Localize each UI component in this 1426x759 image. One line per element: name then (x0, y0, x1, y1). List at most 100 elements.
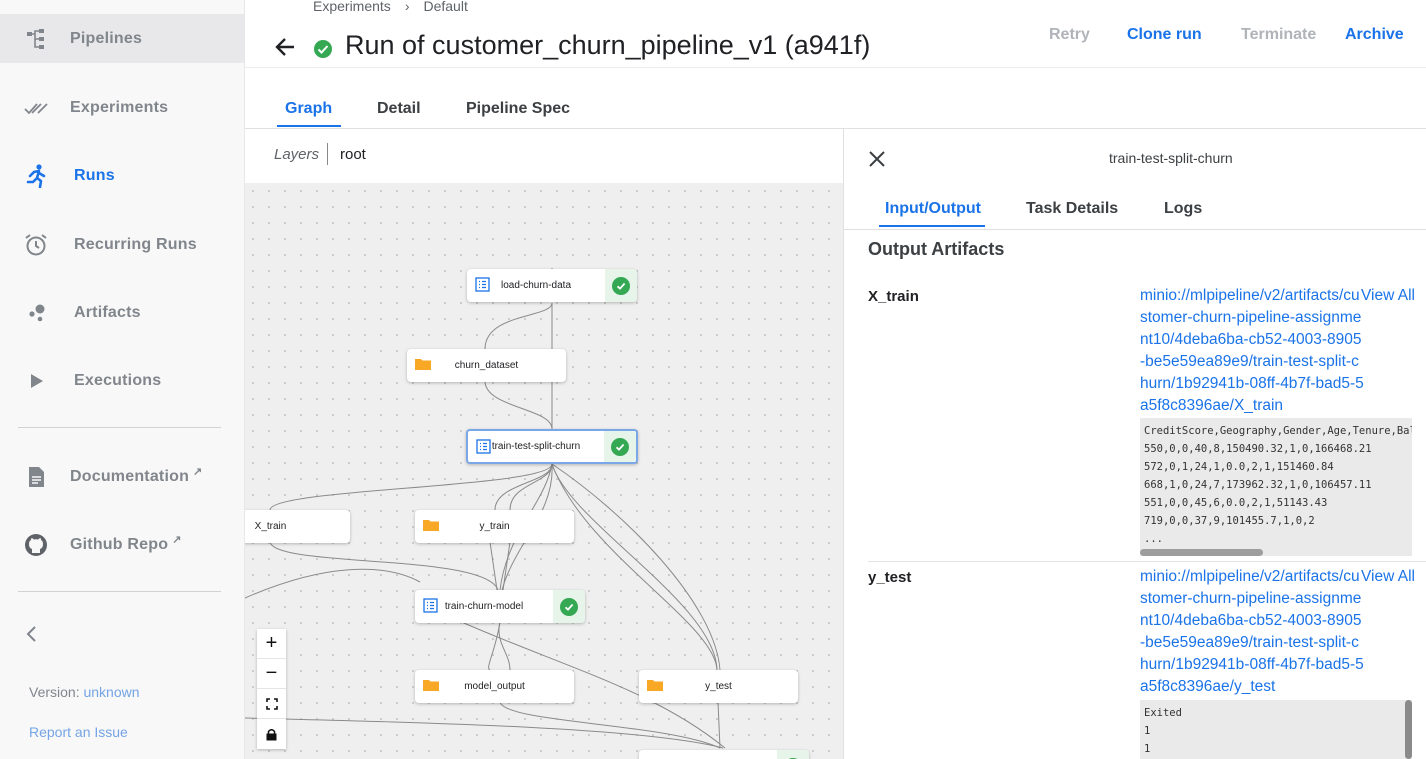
artifacts-icon (24, 301, 48, 325)
sidebar-item-label: Recurring Runs (74, 236, 197, 253)
document-icon (24, 465, 48, 489)
tab-graph[interactable]: Graph (285, 100, 332, 118)
graph-node-model-output[interactable]: model_output (415, 670, 574, 703)
sidebar: Pipelines Experiments Runs Recurring Run… (0, 0, 245, 759)
tab-input-output[interactable]: Input/Output (885, 200, 981, 218)
breadcrumb: Experiments › Default (313, 0, 468, 14)
terminate-button[interactable]: Terminate (1241, 26, 1316, 44)
sidebar-item-pipelines[interactable]: Pipelines (0, 14, 245, 63)
graph-node-label: churn_dataset (454, 360, 519, 371)
sidebar-divider (18, 427, 221, 428)
sidebar-item-recurring-runs[interactable]: Recurring Runs (0, 220, 245, 270)
artifact-preview: Exited 1 1 (1140, 700, 1412, 759)
layers-bar: Layers root (245, 129, 843, 183)
chevron-left-icon (26, 626, 36, 642)
fit-view-button[interactable] (257, 689, 286, 719)
node-status (777, 750, 809, 759)
sidebar-item-runs[interactable]: Runs (0, 151, 245, 201)
breadcrumb-separator-icon: › (404, 0, 410, 14)
tab-indicator (277, 125, 341, 127)
lock-icon (266, 728, 277, 740)
artifact-preview: CreditScore,Geography,Gender,Age,Tenure,… (1140, 418, 1412, 556)
fit-view-icon (265, 697, 278, 710)
header-divider (245, 67, 1426, 68)
view-all-link[interactable]: View All (1361, 287, 1415, 305)
archive-button[interactable]: Archive (1345, 26, 1404, 44)
back-button[interactable] (273, 34, 299, 60)
tab-task-details[interactable]: Task Details (1026, 200, 1118, 218)
tab-detail[interactable]: Detail (377, 100, 421, 118)
breadcrumb-experiments[interactable]: Experiments (313, 0, 391, 14)
graph-node-label: load-churn-data (500, 280, 572, 291)
graph-node-train-test-split-churn[interactable]: train-test-split-churn (466, 429, 638, 464)
preview-horizontal-scrollbar[interactable] (1140, 549, 1263, 556)
sidebar-item-executions[interactable]: Executions (0, 356, 245, 406)
preview-vertical-scrollbar[interactable] (1405, 700, 1412, 759)
graph-node-churn-dataset[interactable]: churn_dataset (407, 349, 566, 382)
artifact-uri-link[interactable]: minio://mlpipeline/v2/artifacts/customer… (1140, 285, 1365, 417)
breadcrumb-default[interactable]: Default (423, 0, 467, 14)
sidebar-item-label: Artifacts (74, 304, 141, 321)
zoom-in-button[interactable]: + (257, 629, 286, 659)
artifact-name: y_test (868, 569, 912, 586)
sidebar-item-github-repo[interactable]: Github Repo ↗ (0, 520, 245, 570)
sidebar-item-label: Executions (74, 372, 162, 389)
zoom-controls: + − (257, 629, 286, 749)
graph-node-train-churn-model[interactable]: train-churn-model (415, 590, 585, 623)
pipeline-graph[interactable]: load-churn-data churn_dataset train-test… (245, 183, 843, 759)
output-artifacts-heading: Output Artifacts (868, 239, 1005, 259)
artifact-name: X_train (868, 288, 919, 305)
sidebar-item-label: Documentation (70, 468, 190, 485)
report-issue-link[interactable]: Report an Issue (29, 724, 128, 740)
check-circle-icon (612, 276, 630, 295)
graph-node-label: model_output (464, 681, 525, 692)
external-link-icon: ↗ (172, 534, 182, 546)
close-panel-button[interactable] (867, 149, 887, 169)
status-success-icon (314, 40, 332, 58)
check-circle-icon (560, 597, 578, 616)
page-title: Run of customer_churn_pipeline_v1 (a941f… (345, 30, 871, 60)
retry-button[interactable]: Retry (1049, 26, 1090, 44)
clone-run-button[interactable]: Clone run (1127, 26, 1202, 44)
node-status (605, 269, 637, 302)
github-icon (24, 533, 48, 557)
app-root: Pipelines Experiments Runs Recurring Run… (0, 0, 1426, 759)
graph-node-label: train-churn-model (444, 601, 524, 612)
graph-node-y-test[interactable]: y_test (639, 670, 798, 703)
layers-separator (327, 143, 328, 165)
sidebar-item-label: Pipelines (70, 29, 143, 47)
panel-title: train-test-split-churn (1109, 150, 1233, 166)
view-all-link[interactable]: View All (1361, 568, 1415, 586)
tab-logs[interactable]: Logs (1164, 200, 1202, 218)
sidebar-item-experiments[interactable]: Experiments (0, 83, 245, 133)
panel-tabs-divider (844, 229, 1426, 230)
node-status (604, 431, 636, 462)
graph-node-x-train[interactable]: X_train (245, 510, 350, 543)
arrow-left-icon (275, 38, 294, 56)
lock-button[interactable] (257, 719, 286, 749)
tab-pipeline-spec[interactable]: Pipeline Spec (466, 100, 570, 118)
collapse-sidebar-button[interactable] (24, 624, 44, 648)
runs-icon (24, 164, 48, 188)
graph-node-label: train-test-split-churn (491, 441, 581, 452)
graph-node-partial[interactable] (639, 750, 809, 759)
play-icon (24, 369, 48, 393)
sidebar-item-label: Runs (74, 167, 115, 184)
version-link[interactable]: unknown (83, 684, 139, 700)
sidebar-item-documentation[interactable]: Documentation ↗ (0, 452, 245, 502)
sidebar-item-label: Experiments (70, 99, 169, 116)
artifact-uri-link[interactable]: minio://mlpipeline/v2/artifacts/customer… (1140, 566, 1365, 698)
graph-node-y-train[interactable]: y_train (415, 510, 574, 543)
graph-node-label: X_train (254, 521, 287, 532)
graph-node-load-churn-data[interactable]: load-churn-data (467, 269, 637, 302)
zoom-out-button[interactable]: − (257, 659, 286, 689)
external-link-icon: ↗ (193, 466, 203, 478)
layers-root[interactable]: root (340, 146, 366, 163)
tab-indicator (879, 225, 985, 227)
layers-label: Layers (274, 146, 320, 163)
sidebar-item-label: Github Repo (70, 536, 169, 553)
experiments-icon (24, 96, 48, 120)
graph-node-label: y_test (705, 681, 732, 692)
sidebar-item-artifacts[interactable]: Artifacts (0, 288, 245, 338)
version-info: Version: unknown (29, 684, 140, 700)
